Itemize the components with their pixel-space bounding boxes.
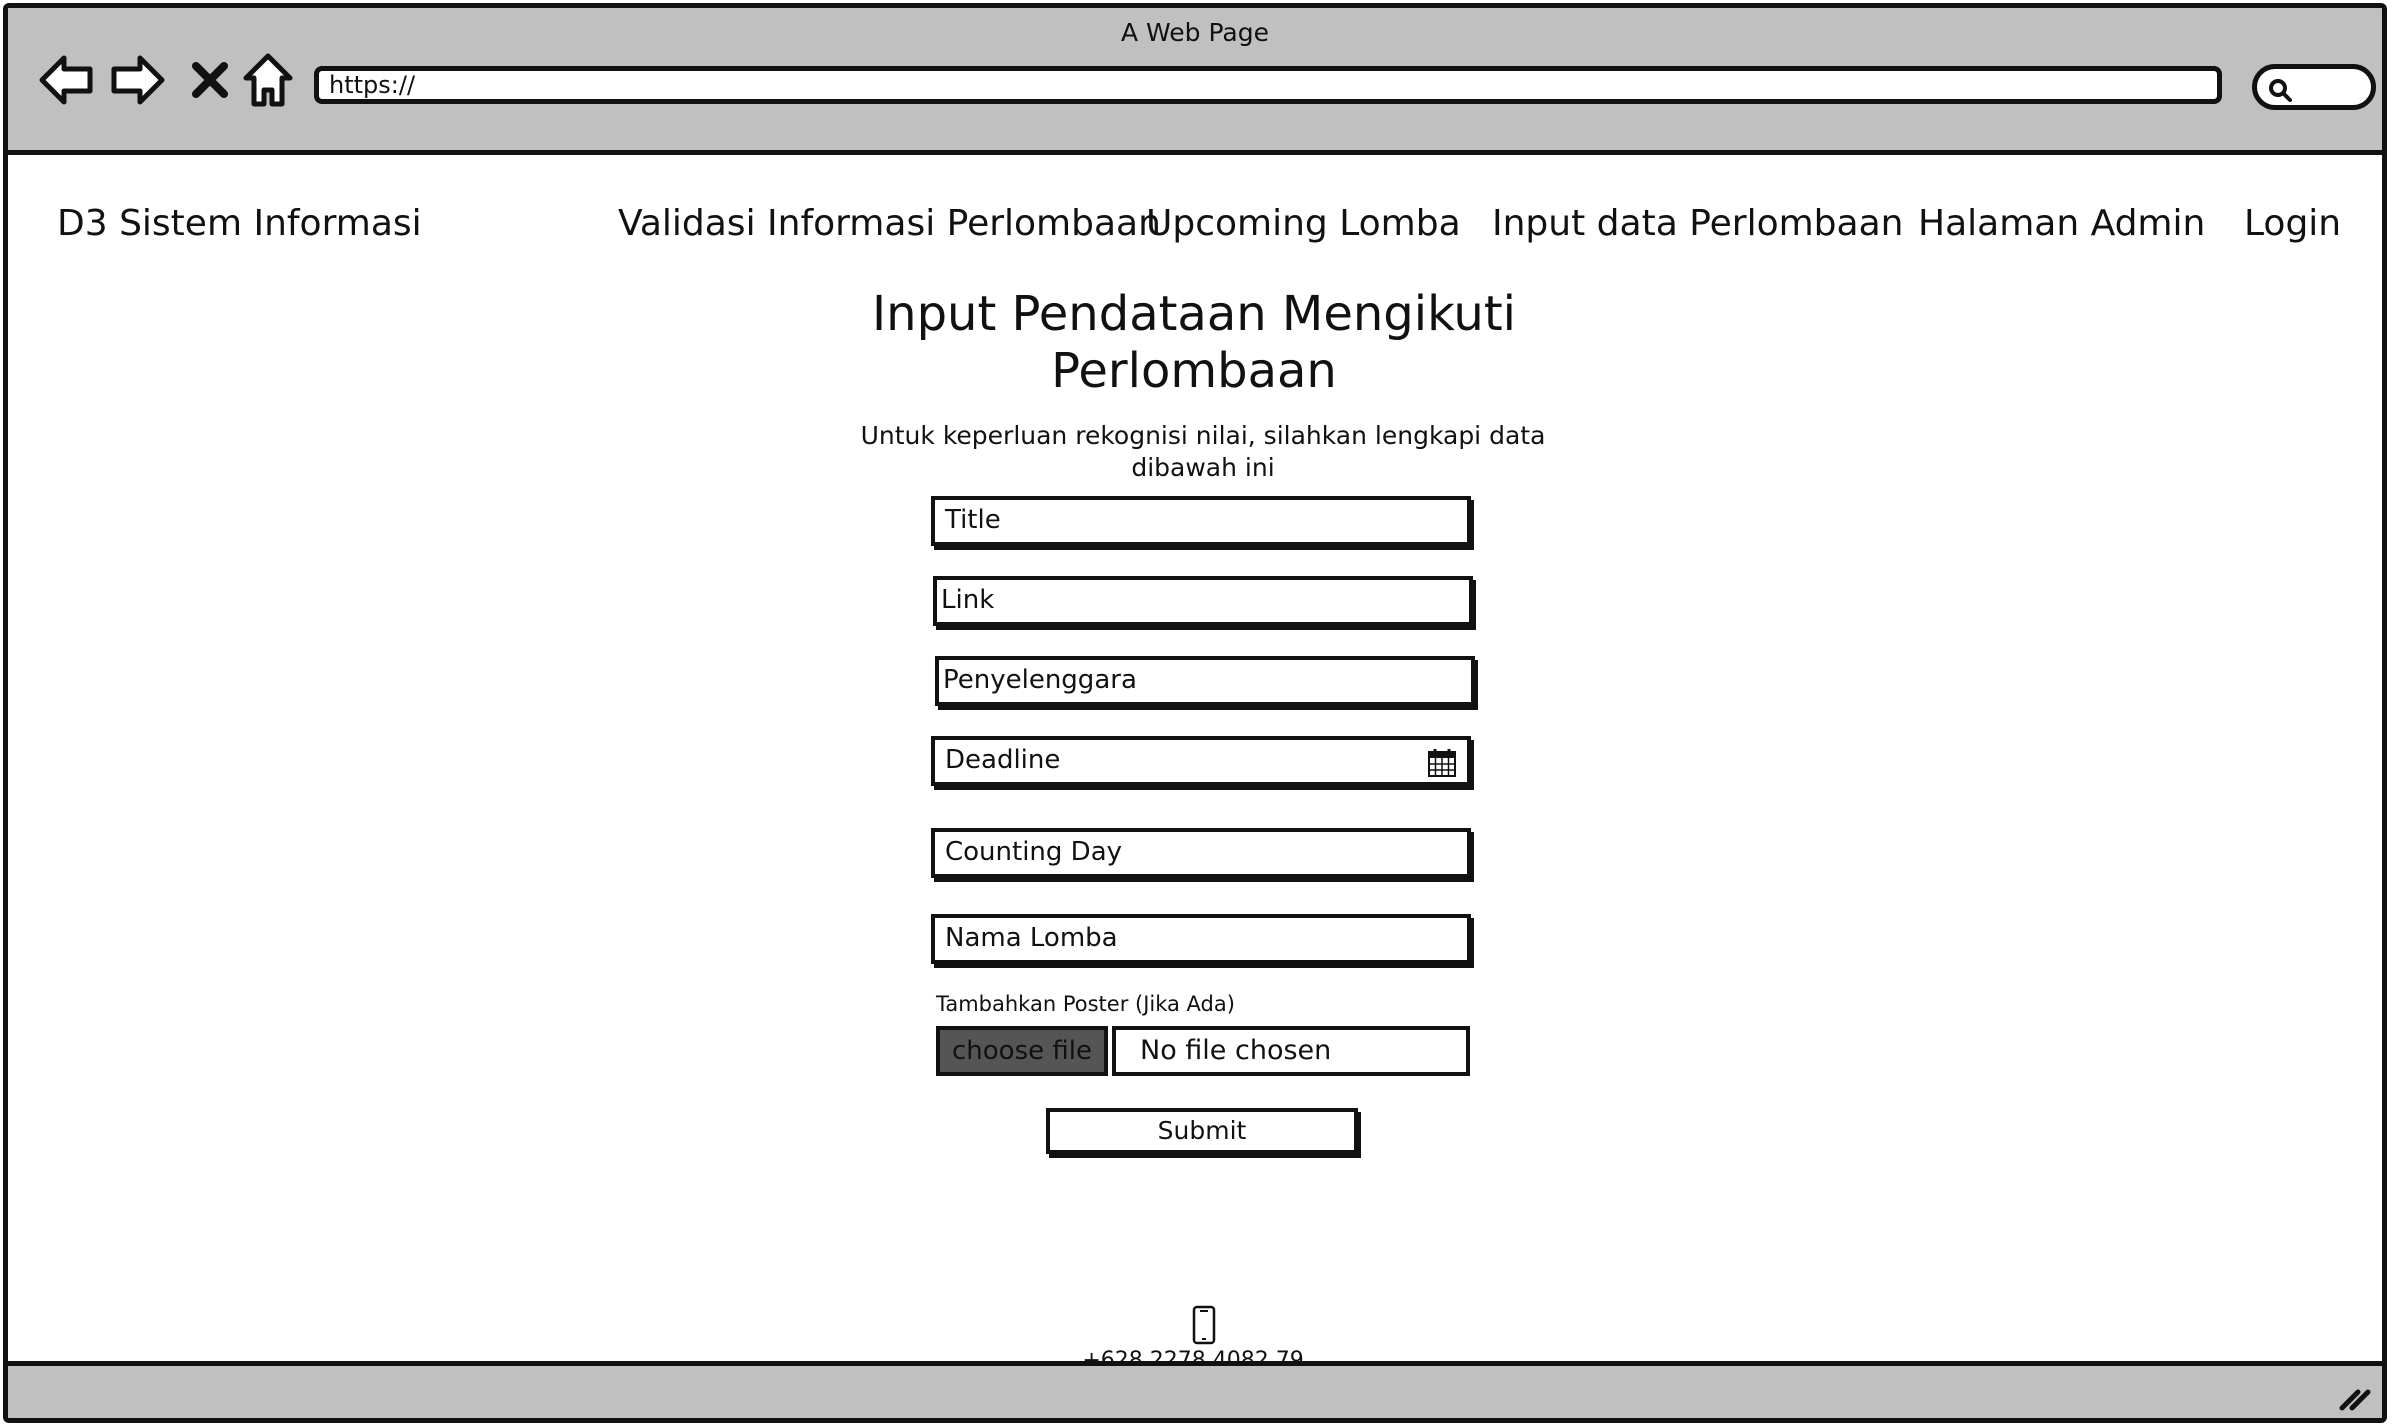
page-title: Input Pendataan Mengikuti Perlombaan xyxy=(808,286,1580,400)
submit-button[interactable]: Submit xyxy=(1046,1108,1358,1154)
poster-label: Tambahkan Poster (Jika Ada) xyxy=(936,992,1235,1016)
page-title-line-1: Input Pendataan Mengikuti xyxy=(871,286,1516,342)
browser-status-bar xyxy=(8,1361,2382,1418)
address-bar[interactable]: https:// xyxy=(314,66,2222,104)
stop-icon[interactable] xyxy=(180,48,240,112)
deadline-placeholder: Deadline xyxy=(945,745,1061,775)
page-subtitle: Untuk keperluan rekognisi nilai, silahka… xyxy=(858,420,1548,484)
nav-upcoming-lomba[interactable]: Upcoming Lomba xyxy=(1146,203,1461,244)
deadline-input[interactable]: Deadline xyxy=(931,736,1471,786)
window-title: A Web Page xyxy=(1120,18,1270,47)
page-subtitle-line-2: dibawah ini xyxy=(1131,453,1275,482)
browser-search-box[interactable] xyxy=(2252,64,2376,110)
nav-login[interactable]: Login xyxy=(2244,203,2341,244)
page-subtitle-line-1: Untuk keperluan rekognisi nilai, silahka… xyxy=(860,421,1546,450)
nav-halaman-admin[interactable]: Halaman Admin xyxy=(1918,203,2205,244)
resize-grip-icon[interactable] xyxy=(2338,1384,2372,1412)
forward-icon[interactable] xyxy=(108,48,168,112)
penyelenggara-input[interactable]: Penyelenggara xyxy=(935,656,1475,706)
site-brand[interactable]: D3 Sistem Informasi xyxy=(57,203,422,244)
title-input[interactable]: Title xyxy=(931,496,1471,546)
phone-icon xyxy=(1192,1305,1216,1345)
choose-file-button[interactable]: choose file xyxy=(936,1026,1108,1076)
counting-day-input[interactable]: Counting Day xyxy=(931,828,1471,878)
calendar-icon[interactable] xyxy=(1427,748,1457,778)
nav-validasi-informasi-perlombaan[interactable]: Validasi Informasi Perlombaan xyxy=(618,203,1161,244)
browser-toolbar: A Web Page https:// xyxy=(8,8,2382,155)
link-input[interactable]: Link xyxy=(933,576,1473,626)
search-icon xyxy=(2269,79,2292,102)
page-title-line-2: Perlombaan xyxy=(1051,343,1337,399)
nama-lomba-input[interactable]: Nama Lomba xyxy=(931,914,1471,964)
browser-window: A Web Page https:// D3 Sistem Informasi … xyxy=(3,3,2387,1423)
nav-input-data-perlombaan[interactable]: Input data Perlombaan xyxy=(1492,203,1903,244)
file-name-display: No file chosen xyxy=(1112,1026,1470,1076)
back-icon[interactable] xyxy=(36,48,96,112)
home-icon[interactable] xyxy=(238,48,298,112)
